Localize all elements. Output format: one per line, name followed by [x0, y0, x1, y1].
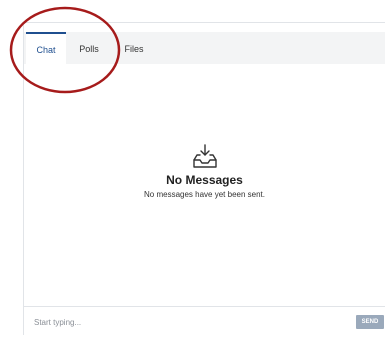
- message-input[interactable]: [34, 313, 334, 331]
- send-button[interactable]: SEND: [356, 315, 384, 329]
- tab-chat[interactable]: Chat: [26, 32, 66, 64]
- empty-state-title: No Messages: [166, 173, 243, 187]
- tab-bar: Chat Polls Files: [24, 32, 385, 64]
- empty-state: No Messages No messages have yet been se…: [24, 143, 385, 199]
- tab-polls[interactable]: Polls: [68, 32, 110, 64]
- chat-panel: Chat Polls Files No Messages No messages…: [23, 22, 385, 337]
- inbox-download-icon: [192, 144, 217, 168]
- message-composer: SEND: [24, 306, 385, 337]
- tab-files[interactable]: Files: [118, 32, 150, 64]
- empty-state-subtitle: No messages have yet been sent.: [144, 190, 265, 199]
